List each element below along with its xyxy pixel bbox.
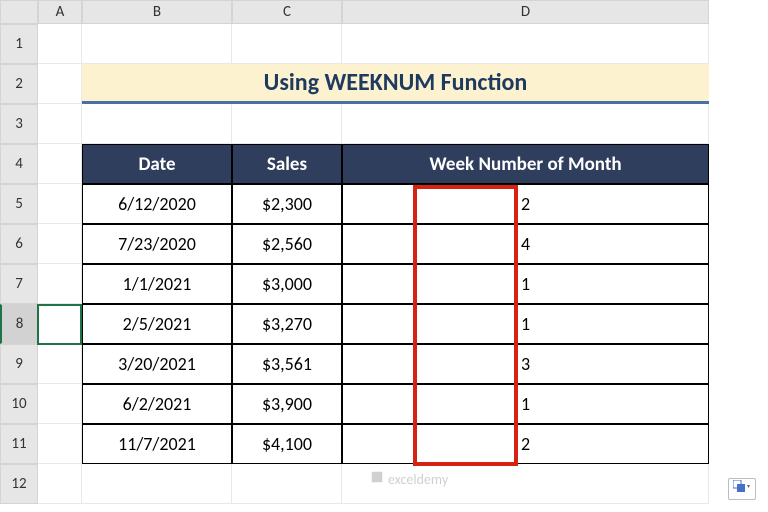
col-header-A[interactable]: A <box>38 0 82 24</box>
col-header-C[interactable]: C <box>232 0 342 24</box>
col-header-D[interactable]: D <box>342 0 709 24</box>
spreadsheet-grid: A B C D 1 2 3 4 5 6 7 8 9 10 11 12 Using… <box>0 0 709 504</box>
cell[interactable] <box>38 224 82 264</box>
cell[interactable] <box>38 184 82 224</box>
page-title: Using WEEKNUM Function <box>82 64 709 104</box>
table-cell[interactable]: 1 <box>342 384 709 424</box>
auto-fill-options-icon <box>733 480 751 499</box>
table-cell[interactable]: 4 <box>342 224 709 264</box>
cell[interactable] <box>342 104 709 144</box>
table-cell[interactable]: $3,270 <box>232 304 342 344</box>
row-header[interactable]: 11 <box>0 424 38 464</box>
cell[interactable] <box>38 344 82 384</box>
table-cell[interactable]: 3 <box>342 344 709 384</box>
cell[interactable] <box>38 64 82 104</box>
table-cell[interactable]: 1 <box>342 304 709 344</box>
cell[interactable] <box>82 104 232 144</box>
table-cell[interactable]: 11/7/2021 <box>82 424 232 464</box>
table-header-date: Date <box>82 144 232 184</box>
table-cell[interactable]: $2,300 <box>232 184 342 224</box>
row-header[interactable]: 9 <box>0 344 38 384</box>
table-cell[interactable]: 1/1/2021 <box>82 264 232 304</box>
cell[interactable] <box>232 464 342 504</box>
table-header-week: Week Number of Month <box>342 144 709 184</box>
cell[interactable] <box>38 264 82 304</box>
cell[interactable] <box>82 24 232 64</box>
table-cell[interactable]: 3/20/2021 <box>82 344 232 384</box>
table-cell[interactable]: 7/23/2020 <box>82 224 232 264</box>
watermark: exceldemy <box>370 470 448 488</box>
cell[interactable] <box>232 24 342 64</box>
table-cell[interactable]: $4,100 <box>232 424 342 464</box>
row-header[interactable]: 1 <box>0 24 38 64</box>
col-header-B[interactable]: B <box>82 0 232 24</box>
table-cell[interactable]: $3,561 <box>232 344 342 384</box>
table-cell[interactable]: $3,900 <box>232 384 342 424</box>
row-header[interactable]: 4 <box>0 144 38 184</box>
table-cell[interactable]: 6/2/2021 <box>82 384 232 424</box>
cell[interactable] <box>38 144 82 184</box>
row-header[interactable]: 12 <box>0 464 38 504</box>
watermark-text: exceldemy <box>388 471 448 488</box>
cell[interactable] <box>38 24 82 64</box>
row-header[interactable]: 2 <box>0 64 38 104</box>
exceldemy-logo-icon <box>370 470 384 488</box>
cell[interactable] <box>38 464 82 504</box>
table-cell[interactable]: 6/12/2020 <box>82 184 232 224</box>
table-cell[interactable]: 1 <box>342 264 709 304</box>
table-cell[interactable]: 2/5/2021 <box>82 304 232 344</box>
table-cell[interactable]: 2 <box>342 184 709 224</box>
row-header[interactable]: 7 <box>0 264 38 304</box>
row-header[interactable]: 10 <box>0 384 38 424</box>
row-header[interactable]: 6 <box>0 224 38 264</box>
table-cell[interactable]: 2 <box>342 424 709 464</box>
cell[interactable] <box>38 424 82 464</box>
cell[interactable] <box>38 104 82 144</box>
select-all-corner[interactable] <box>0 0 38 24</box>
cell[interactable] <box>38 304 82 344</box>
auto-fill-options-button[interactable] <box>728 478 756 500</box>
row-header-selected[interactable]: 8 <box>0 304 38 344</box>
cell[interactable] <box>38 384 82 424</box>
cell[interactable] <box>342 24 709 64</box>
table-cell[interactable]: $3,000 <box>232 264 342 304</box>
row-header[interactable]: 5 <box>0 184 38 224</box>
cell[interactable] <box>232 104 342 144</box>
table-header-sales: Sales <box>232 144 342 184</box>
cell[interactable] <box>82 464 232 504</box>
row-header[interactable]: 3 <box>0 104 38 144</box>
table-cell[interactable]: $2,560 <box>232 224 342 264</box>
